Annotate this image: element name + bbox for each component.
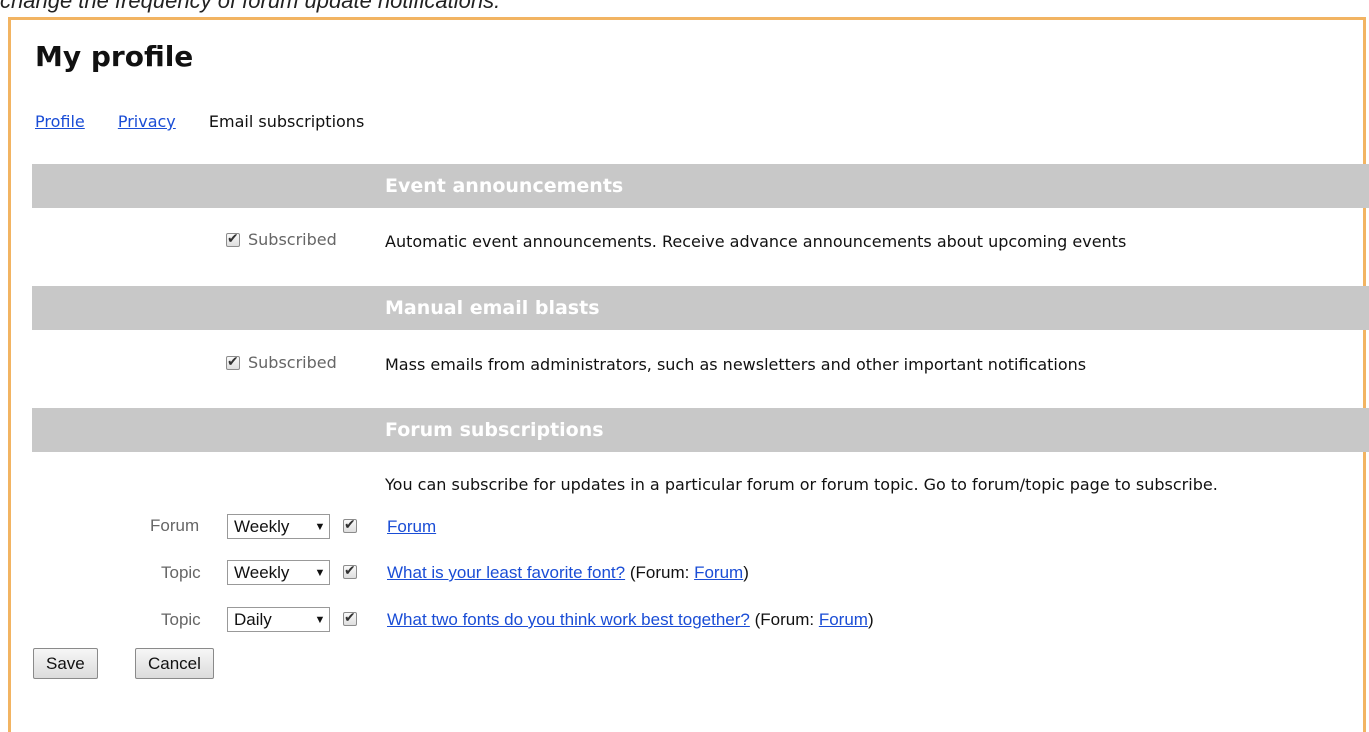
instruction-caption: change the frequency of forum update not… (0, 0, 501, 13)
section-header-forum-subscriptions: Forum subscriptions (32, 408, 1369, 452)
frequency-select[interactable]: Daily ▼ (227, 607, 330, 632)
event-announcements-subscription: ✔ Subscribed (226, 230, 337, 249)
manual-email-blasts-subscription: ✔ Subscribed (226, 353, 337, 372)
manual-email-blasts-checkbox[interactable]: ✔ (226, 353, 240, 370)
dropdown-arrow-icon: ▼ (314, 520, 326, 533)
forum-prefix: (Forum: (754, 610, 819, 629)
tab-email-subscriptions[interactable]: Email subscriptions (209, 112, 364, 131)
forum-suffix: ) (743, 563, 749, 582)
checkmark-icon: ✔ (344, 517, 356, 533)
frequency-value: Weekly (234, 516, 290, 536)
subscribed-label: Subscribed (248, 353, 337, 372)
profile-tabs: Profile Privacy Email subscriptions (35, 112, 364, 131)
section-header-manual-email-blasts: Manual email blasts (32, 286, 1369, 330)
subscription-item: What two fonts do you think work best to… (387, 610, 874, 630)
tab-profile[interactable]: Profile (35, 112, 85, 131)
frequency-select[interactable]: Weekly ▼ (227, 514, 330, 539)
section-title: Event announcements (385, 175, 624, 197)
parent-forum-link[interactable]: Forum (694, 563, 743, 582)
subscription-type-label: Forum (150, 516, 200, 535)
section-header-event-announcements: Event announcements (32, 164, 1369, 208)
dropdown-arrow-icon: ▼ (314, 566, 326, 579)
tab-privacy[interactable]: Privacy (118, 112, 176, 131)
section-title: Manual email blasts (385, 297, 600, 319)
save-button[interactable]: Save (33, 648, 98, 679)
forum-link[interactable]: Forum (387, 517, 436, 536)
topic-subscription-checkbox[interactable]: ✔ (343, 610, 357, 626)
event-announcements-description: Automatic event announcements. Receive a… (385, 232, 1127, 251)
subscription-type-label: Topic (161, 563, 201, 582)
topic-link[interactable]: What is your least favorite font? (387, 563, 625, 582)
subscription-item: Forum (387, 517, 436, 537)
page-title: My profile (35, 40, 194, 73)
checkmark-icon: ✔ (344, 563, 356, 579)
event-announcements-checkbox[interactable]: ✔ (226, 230, 240, 247)
forum-subscription-checkbox[interactable]: ✔ (343, 517, 357, 533)
frequency-value: Weekly (234, 562, 290, 582)
subscribed-label: Subscribed (248, 230, 337, 249)
cancel-button[interactable]: Cancel (135, 648, 214, 679)
topic-subscription-checkbox[interactable]: ✔ (343, 563, 357, 579)
frequency-value: Daily (234, 609, 272, 629)
topic-link[interactable]: What two fonts do you think work best to… (387, 610, 750, 629)
parent-forum-link[interactable]: Forum (819, 610, 868, 629)
forum-suffix: ) (867, 610, 874, 629)
forum-subscriptions-intro: You can subscribe for updates in a parti… (385, 475, 1218, 494)
subscription-type-label: Topic (161, 610, 201, 629)
checkmark-icon: ✔ (344, 610, 356, 626)
manual-email-blasts-description: Mass emails from administrators, such as… (385, 355, 1087, 374)
checkmark-icon: ✔ (227, 353, 239, 370)
forum-prefix: (Forum: (629, 563, 695, 582)
section-title: Forum subscriptions (385, 419, 604, 441)
profile-panel: My profile Profile Privacy Email subscri… (8, 17, 1369, 732)
dropdown-arrow-icon: ▼ (314, 613, 326, 626)
checkmark-icon: ✔ (227, 230, 239, 247)
frequency-select[interactable]: Weekly ▼ (227, 560, 330, 585)
subscription-item: What is your least favorite font? (Forum… (387, 563, 749, 583)
